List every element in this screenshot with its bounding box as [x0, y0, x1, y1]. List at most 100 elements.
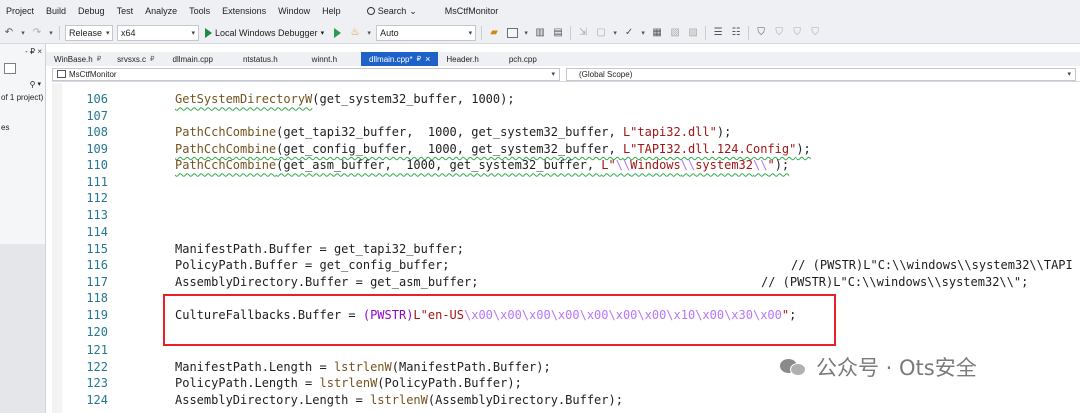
close-icon[interactable]: × [425, 54, 430, 64]
outdent-icon[interactable]: ☷ [729, 26, 743, 40]
project-name: MsCtfMonitor [69, 69, 117, 79]
code-comment: // (PWSTR)L"C:\\windows\\system32\\"; [761, 274, 1029, 289]
code-text: PolicyPath.Length = lstrlenW(PolicyPath.… [175, 376, 522, 390]
platform-select[interactable]: x64 ▾ [117, 24, 199, 41]
code-token-escape: \\ [615, 158, 631, 173]
line-number: 117 [86, 274, 108, 289]
line-number: 115 [86, 241, 108, 256]
panel-controls[interactable]: - ₽ × [25, 47, 42, 56]
outline-icon[interactable]: ▦ [650, 26, 664, 40]
pin-icon[interactable]: ₽ [97, 55, 101, 63]
solution-platform-select[interactable]: Auto ▾ [376, 24, 477, 41]
step-icon[interactable]: ⇲ [576, 26, 590, 40]
code-token: AssemblyDirectory.Length = [175, 392, 371, 407]
comment-icon[interactable]: ▧ [668, 26, 682, 40]
menu-help[interactable]: Help [316, 6, 347, 16]
code-token: ; [789, 308, 797, 323]
solution-summary[interactable]: of 1 project) [0, 91, 45, 105]
start-debugger-button[interactable]: Local Windows Debugger ▾ [205, 27, 324, 38]
code-token-string: L"en-US [413, 308, 464, 323]
menu-bar: Project Build Debug Test Analyze Tools E… [0, 0, 1080, 22]
tab-dllmain-cpp[interactable]: dllmain.cpp [163, 52, 221, 66]
prev-bookmark-icon[interactable]: ⛉ [772, 26, 786, 40]
scope-name: (Global Scope) [579, 69, 633, 79]
document-tabs: WinBase.h ₽ srvsxs.c ₽ dllmain.cpp ntsta… [46, 52, 1080, 66]
code-text: AssemblyDirectory.Length = lstrlenW(Asse… [175, 393, 623, 407]
menu-debug[interactable]: Debug [72, 6, 111, 16]
line-number: 109 [86, 141, 108, 156]
browse-icon[interactable]: ▰ [487, 26, 501, 40]
code-token-escape: \x00\x00\x00\x00\x00\x00\x00\x10\x00\x30… [464, 308, 782, 323]
tab-label: srvsxs.c [117, 54, 147, 64]
watermark-text: 公众号 · Ots安全 [816, 356, 977, 380]
performance-icon[interactable]: ▥ [533, 26, 547, 40]
auto-value: Auto [380, 27, 399, 38]
menu-analyze[interactable]: Analyze [139, 6, 183, 16]
clear-bookmarks-icon[interactable]: ⛉ [808, 26, 822, 40]
panel-search[interactable]: ⚲ ▾ [0, 77, 45, 91]
tab-winnt-h[interactable]: winnt.h [286, 52, 361, 66]
code-token-function: PathCchCombine [175, 125, 277, 140]
project-dropdown[interactable]: MsCtfMonitor ▾ [52, 67, 560, 81]
toolbar-separator [570, 25, 572, 40]
view-toggle-icon[interactable] [4, 62, 16, 74]
solution-name: MsCtfMonitor [444, 6, 499, 16]
chevron-down-icon[interactable]: ▾ [612, 26, 618, 40]
platform-value: x64 [121, 27, 136, 38]
panel-header: - ₽ × [0, 44, 45, 59]
uncomment-icon[interactable]: ▨ [686, 26, 700, 40]
tree-item[interactable]: es [0, 121, 45, 135]
scope-dropdown[interactable]: (Global Scope) ▾ [566, 67, 1076, 81]
chart-icon[interactable]: ▤ [551, 26, 565, 40]
code-token-escape: \\ [680, 158, 696, 173]
chevron-down-icon[interactable]: ▾ [48, 26, 54, 40]
code-text: PathCchCombine(get_config_buffer, 1000, … [175, 142, 811, 156]
chevron-down-icon[interactable]: ▾ [523, 26, 529, 40]
redo-icon[interactable]: ↷ [30, 26, 44, 40]
pin-icon[interactable]: ₽ [150, 55, 154, 63]
hot-reload-icon[interactable]: ♨ [348, 26, 362, 40]
spell-check-icon[interactable]: ✓ [622, 26, 636, 40]
line-number: 106 [86, 92, 108, 107]
chevron-down-icon[interactable]: ▾ [366, 26, 372, 40]
menu-project[interactable]: Project [0, 6, 40, 16]
code-token: (ManifestPath.Buffer); [391, 359, 551, 374]
tab-dllmain-cpp-active[interactable]: dllmain.cpp* ₽ × [361, 52, 439, 66]
code-token-function: PathCchCombine [175, 141, 277, 156]
menu-window[interactable]: Window [272, 6, 316, 16]
line-number: 120 [86, 324, 108, 339]
code-token: (PolicyPath.Buffer); [377, 376, 522, 391]
next-bookmark-icon[interactable]: ⛉ [790, 26, 804, 40]
line-number: 116 [86, 258, 108, 273]
code-token: PolicyPath.Length = [175, 376, 320, 391]
tab-label: dllmain.cpp* [369, 54, 413, 64]
menu-extensions[interactable]: Extensions [216, 6, 272, 16]
bookmark-icon[interactable]: ⛉ [754, 26, 768, 40]
configuration-select[interactable]: Release ▾ [65, 24, 113, 41]
chevron-down-icon: ⌄ [409, 5, 417, 16]
search-box[interactable]: Search ⌄ [361, 6, 423, 17]
code-token: (get_config_buffer, 1000, get_system32_b… [276, 141, 623, 156]
tab-srvsxs-c[interactable]: srvsxs.c ₽ [109, 52, 162, 66]
tab-ntstatus-h[interactable]: ntstatus.h [221, 52, 286, 66]
tab-label: ntstatus.h [242, 54, 278, 64]
tab-header-h[interactable]: Header.h [438, 52, 486, 66]
line-number: 112 [86, 191, 108, 206]
chevron-down-icon[interactable]: ▾ [640, 26, 646, 40]
menu-build[interactable]: Build [40, 6, 72, 16]
chevron-down-icon[interactable]: ▾ [20, 26, 26, 40]
breakpoint-icon[interactable]: ▢ [594, 26, 608, 40]
search-icon: ⚲ [29, 79, 36, 89]
code-token-function: GetSystemDirectoryW [175, 92, 313, 107]
tab-winbase-h[interactable]: WinBase.h ₽ [46, 52, 109, 66]
tab-pch-cpp[interactable]: pch.cpp [487, 52, 545, 66]
code-token: ManifestPath.Length = [175, 359, 334, 374]
pin-icon[interactable]: ₽ [417, 55, 421, 63]
menu-test[interactable]: Test [111, 6, 140, 16]
undo-icon[interactable]: ↶ [2, 26, 16, 40]
layout-icon[interactable] [505, 26, 519, 40]
code-token: (AssemblyDirectory.Buffer); [427, 392, 623, 407]
menu-tools[interactable]: Tools [183, 6, 216, 16]
indent-icon[interactable]: ☰ [711, 26, 725, 40]
start-without-debugging-icon[interactable] [330, 26, 344, 40]
